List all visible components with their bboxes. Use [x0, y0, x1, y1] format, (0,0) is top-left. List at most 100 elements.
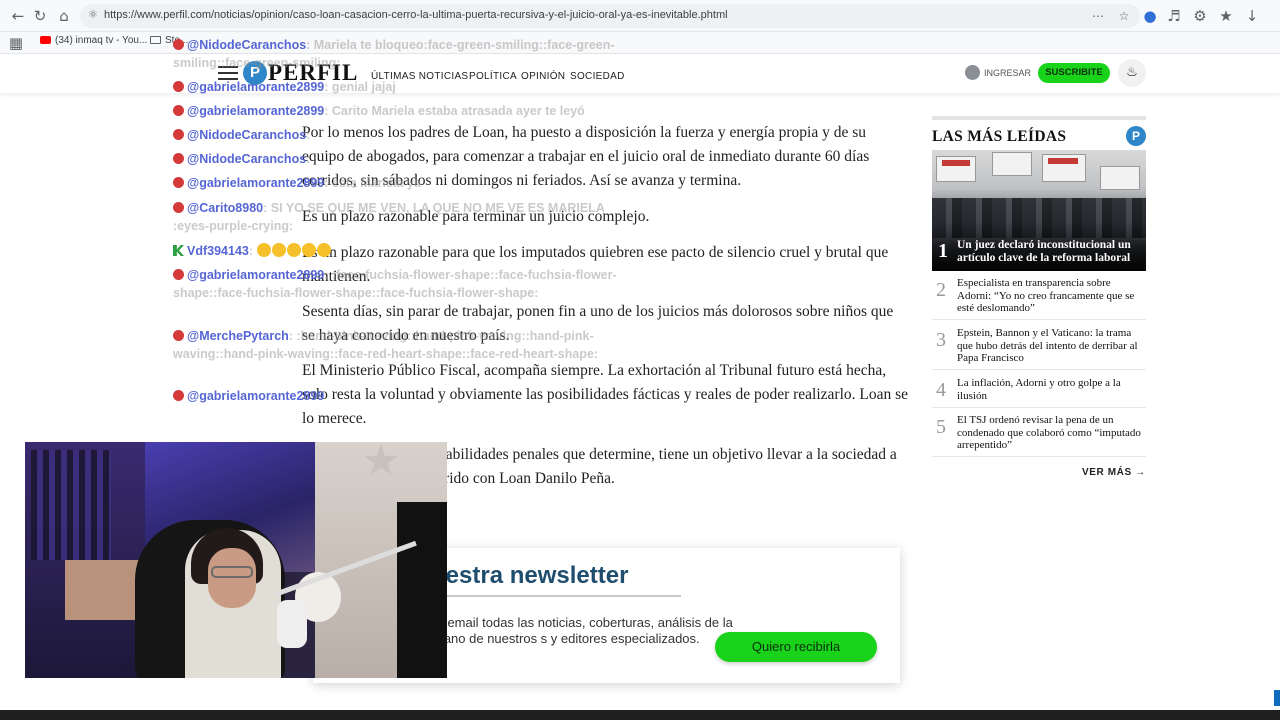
- more-options-icon[interactable]: ⋯: [1090, 8, 1106, 24]
- chat-username: @Carito8980: [187, 201, 264, 215]
- chat-message: @NidodeCaranchos:: [173, 126, 643, 144]
- chat-message: Vdf394143:: [173, 242, 643, 260]
- chat-message: @NidodeCaranchos: Mariela te bloqueo:fac…: [173, 36, 643, 72]
- newsletter-divider: [433, 595, 681, 597]
- chat-message: @gabrielamorante2899: :face-fuchsia-flow…: [173, 266, 643, 302]
- extensions-puzzle-icon[interactable]: ⚙: [1190, 6, 1210, 26]
- chat-username: @NidodeCaranchos: [187, 128, 307, 142]
- youtube-badge-icon: [173, 129, 184, 140]
- back-icon[interactable]: ←: [8, 6, 28, 26]
- user-icon[interactable]: [965, 65, 980, 80]
- login-link[interactable]: INGRESAR: [984, 68, 1031, 78]
- chat-username: @gabrielamorante2899: [187, 389, 325, 403]
- bookmark-label: (34) inmaq tv - You...: [55, 35, 148, 46]
- youtube-badge-icon: [173, 202, 184, 213]
- chat-text: :: [248, 244, 254, 258]
- taskbar: [0, 710, 1280, 720]
- chat-message: @gabrielamorante2899: Carito Mariela est…: [173, 102, 643, 120]
- item-headline: Epstein, Bannon y el Vaticano: la trama …: [957, 327, 1138, 365]
- youtube-badge-icon: [173, 269, 184, 280]
- item-headline: El TSJ ordenó revisar la pena de un cond…: [957, 414, 1141, 452]
- sidebar-title: LAS MÁS LEÍDAS: [932, 128, 1067, 145]
- most-read-item-4[interactable]: 4 La inflación, Adorni y otro golpe a la…: [932, 377, 1146, 408]
- perfil-badge-icon: P: [1126, 126, 1146, 146]
- newsletter-description: tu email todas las noticias, coberturas,…: [433, 615, 733, 646]
- chat-username: @gabrielamorante2899: [187, 104, 325, 118]
- address-bar[interactable]: ⚛ https://www.perfil.com/noticias/opinio…: [80, 4, 1140, 28]
- protest-sign: [992, 152, 1032, 176]
- chat-text: :: [306, 152, 311, 166]
- chat-username: @gabrielamorante2899: [187, 176, 325, 190]
- chat-username: Vdf394143: [187, 244, 249, 258]
- youtube-badge-icon: [173, 153, 184, 164]
- item-headline: Especialista en transparencia sobre Ador…: [957, 277, 1135, 315]
- site-info-icon[interactable]: ⚛: [88, 8, 98, 21]
- protest-sign: [942, 160, 970, 166]
- protest-sign: [1100, 166, 1140, 190]
- chat-message: @Carito8980: SI YO SE QUE ME VEN, LA QUE…: [173, 199, 643, 235]
- favorites-icon[interactable]: ★: [1216, 6, 1236, 26]
- sound-icon[interactable]: ♬: [1164, 6, 1184, 26]
- arrow-right-icon: →: [1135, 467, 1146, 478]
- item-number: 4: [936, 379, 946, 401]
- item-headline: La inflación, Adorni y otro golpe a la i…: [957, 377, 1121, 402]
- newsletter-title: uestra newsletter: [431, 562, 629, 589]
- emoji-icon: [301, 243, 316, 257]
- chat-message: @gabrielamorante2899: genial jajaj: [173, 78, 643, 96]
- bookmark-star-icon[interactable]: ☆: [1116, 8, 1132, 24]
- bookmark-youtube[interactable]: (34) inmaq tv - You...: [40, 35, 147, 46]
- chat-username: @MerchePytarch: [187, 329, 289, 343]
- chat-text: : Carito Mariela estaba atrasada ayer te…: [324, 104, 585, 118]
- apps-icon[interactable]: ▦: [6, 33, 26, 53]
- item-number: 5: [936, 416, 946, 438]
- subscribe-button[interactable]: SUSCRIBITE: [1038, 63, 1110, 83]
- most-read-sidebar: LAS MÁS LEÍDAS P 1 Un juez declaró incon…: [932, 116, 1146, 457]
- gaming-chair: [397, 502, 447, 678]
- most-read-item-3[interactable]: 3 Epstein, Bannon y el Vaticano: la tram…: [932, 327, 1146, 370]
- youtube-badge-icon: [173, 105, 184, 116]
- youtube-badge-icon: [173, 81, 184, 92]
- see-more-link[interactable]: VER MÁS →: [1082, 467, 1146, 478]
- chat-text: :: [306, 128, 311, 142]
- chat-message: @MerchePytarch: :hand-pink-waving::hand-…: [173, 327, 643, 363]
- emoji-icon: [286, 243, 301, 257]
- youtube-badge-icon: [173, 330, 184, 341]
- chat-username: @gabrielamorante2899: [187, 268, 325, 282]
- chat-username: @gabrielamorante2899: [187, 80, 325, 94]
- chat-text: : esta Mariela ya: [324, 176, 421, 190]
- item-number: 2: [936, 279, 946, 301]
- see-more-label: VER MÁS: [1082, 467, 1132, 478]
- bell-icon[interactable]: ♨: [1118, 59, 1146, 87]
- moderator-badge-icon: [173, 245, 184, 256]
- most-read-item-1[interactable]: 1 Un juez declaró inconstitucional un ar…: [932, 150, 1146, 271]
- chat-message: @gabrielamorante2899: esta Mariela ya: [173, 174, 643, 192]
- sidebar-rule: [932, 116, 1146, 120]
- protest-sign: [1048, 158, 1078, 164]
- downloads-icon[interactable]: ↓: [1242, 6, 1262, 26]
- extension-icon[interactable]: ●: [1140, 6, 1160, 26]
- url-text: https://www.perfil.com/noticias/opinion/…: [104, 9, 728, 21]
- browser-toolbar: ← ↻ ⌂ ⚛ https://www.perfil.com/noticias/…: [0, 0, 1280, 32]
- chat-username: @NidodeCaranchos: [187, 38, 307, 52]
- item-number: 1: [938, 240, 948, 262]
- side-tab[interactable]: [1274, 690, 1280, 706]
- youtube-badge-icon: [173, 39, 184, 50]
- emoji-icon: [256, 243, 271, 257]
- chat-message: @NidodeCaranchos:: [173, 150, 643, 168]
- glasses: [211, 566, 253, 578]
- webcam-overlay: [25, 442, 447, 678]
- item-headline: Un juez declaró inconstitucional un artí…: [957, 239, 1131, 264]
- emoji-icon: [316, 243, 331, 257]
- home-icon[interactable]: ⌂: [54, 6, 74, 26]
- youtube-icon: [40, 36, 51, 44]
- microphone: [277, 600, 307, 648]
- youtube-badge-icon: [173, 177, 184, 188]
- folder-icon: [150, 36, 161, 44]
- most-read-item-2[interactable]: 2 Especialista en transparencia sobre Ad…: [932, 277, 1146, 320]
- reload-icon[interactable]: ↻: [30, 6, 50, 26]
- most-read-item-5[interactable]: 5 El TSJ ordenó revisar la pena de un co…: [932, 414, 1146, 457]
- acoustic-foam: [31, 450, 111, 560]
- chat-message: @gabrielamorante2899: [173, 387, 643, 403]
- item-number: 3: [936, 329, 946, 351]
- newsletter-subscribe-button[interactable]: Quiero recibirla: [715, 632, 877, 662]
